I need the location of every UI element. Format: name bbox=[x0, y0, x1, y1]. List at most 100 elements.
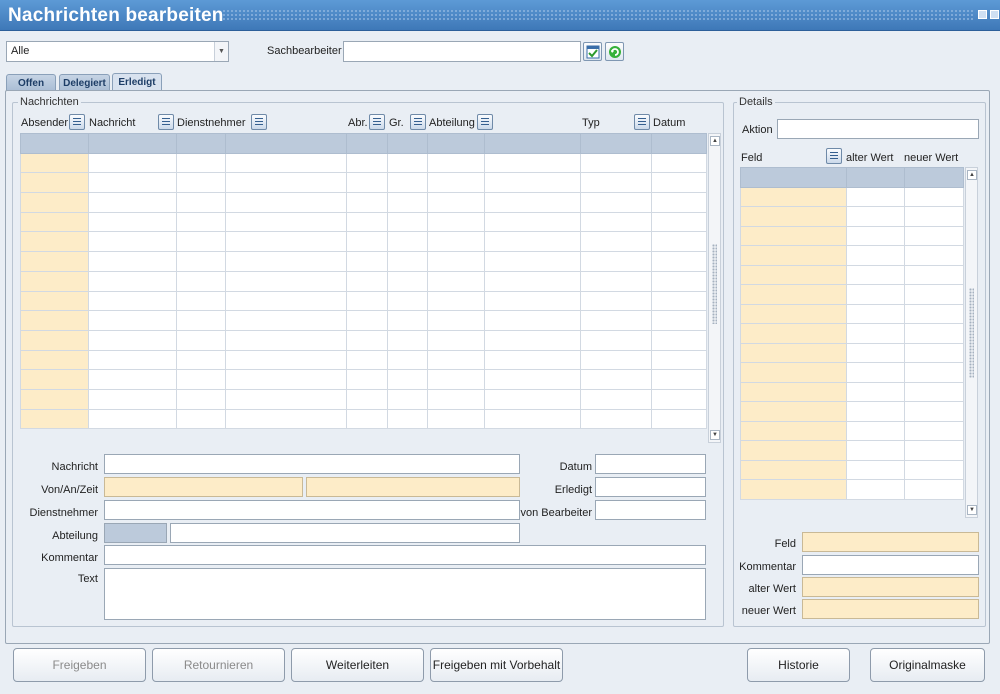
table-cell[interactable] bbox=[20, 408, 89, 430]
abteilung-code-field[interactable] bbox=[104, 523, 167, 543]
table-cell[interactable] bbox=[87, 152, 177, 174]
table-cell[interactable] bbox=[387, 329, 429, 351]
table-cell[interactable] bbox=[484, 310, 582, 331]
column-config-icon[interactable] bbox=[158, 114, 174, 130]
table-cell[interactable] bbox=[740, 362, 847, 383]
tab-delegiert[interactable]: Delegiert bbox=[59, 74, 110, 91]
close-icon[interactable] bbox=[990, 10, 999, 19]
table-cell[interactable] bbox=[20, 329, 89, 351]
table-cell[interactable] bbox=[175, 172, 226, 194]
table-cell[interactable] bbox=[387, 369, 429, 390]
table-cell[interactable] bbox=[484, 408, 582, 430]
table-cell[interactable] bbox=[484, 192, 582, 213]
table-cell[interactable] bbox=[580, 369, 653, 390]
table-cell[interactable] bbox=[427, 349, 486, 371]
table-cell[interactable] bbox=[20, 133, 89, 154]
an-zeit-field[interactable] bbox=[306, 477, 520, 497]
table-cell[interactable] bbox=[387, 172, 429, 194]
table-cell[interactable] bbox=[580, 172, 653, 194]
table-cell[interactable] bbox=[651, 290, 707, 312]
table-cell[interactable] bbox=[224, 211, 348, 233]
table-cell[interactable] bbox=[387, 388, 429, 410]
table-cell[interactable] bbox=[346, 251, 389, 272]
freigeben-button[interactable]: Freigeben bbox=[13, 648, 146, 682]
table-cell[interactable] bbox=[175, 388, 226, 410]
col-abr[interactable]: Abr. bbox=[348, 117, 368, 129]
table-cell[interactable] bbox=[651, 270, 707, 292]
table-cell[interactable] bbox=[427, 388, 486, 410]
table-cell[interactable] bbox=[484, 172, 582, 194]
table-cell[interactable] bbox=[87, 369, 177, 390]
table-row[interactable] bbox=[740, 323, 964, 344]
kommentar-field[interactable] bbox=[104, 545, 706, 565]
table-cell[interactable] bbox=[346, 133, 389, 154]
table-cell[interactable] bbox=[580, 152, 653, 174]
table-cell[interactable] bbox=[346, 349, 389, 371]
column-config-icon[interactable] bbox=[410, 114, 426, 130]
table-cell[interactable] bbox=[484, 329, 582, 351]
table-cell[interactable] bbox=[20, 251, 89, 272]
table-cell[interactable] bbox=[740, 440, 847, 461]
table-cell[interactable] bbox=[484, 388, 582, 410]
table-cell[interactable] bbox=[651, 192, 707, 213]
table-cell[interactable] bbox=[580, 290, 653, 312]
table-cell[interactable] bbox=[845, 225, 906, 246]
table-cell[interactable] bbox=[346, 211, 389, 233]
scroll-grip[interactable] bbox=[969, 288, 974, 378]
table-cell[interactable] bbox=[175, 310, 226, 331]
table-cell[interactable] bbox=[175, 133, 226, 154]
table-cell[interactable] bbox=[904, 284, 964, 305]
table-cell[interactable] bbox=[580, 133, 653, 154]
table-cell[interactable] bbox=[904, 440, 964, 461]
col-alter-wert[interactable]: alter Wert bbox=[846, 152, 893, 164]
table-row[interactable] bbox=[740, 342, 964, 363]
table-row[interactable] bbox=[20, 270, 707, 292]
table-cell[interactable] bbox=[346, 231, 389, 253]
table-cell[interactable] bbox=[580, 329, 653, 351]
table-cell[interactable] bbox=[346, 290, 389, 312]
table-row[interactable] bbox=[20, 388, 707, 410]
table-cell[interactable] bbox=[845, 401, 906, 422]
table-cell[interactable] bbox=[224, 349, 348, 371]
table-cell[interactable] bbox=[87, 329, 177, 351]
table-row[interactable] bbox=[20, 290, 707, 312]
table-cell[interactable] bbox=[346, 388, 389, 410]
table-row[interactable] bbox=[20, 192, 707, 213]
table-cell[interactable] bbox=[651, 408, 707, 430]
table-cell[interactable] bbox=[224, 290, 348, 312]
table-cell[interactable] bbox=[427, 133, 486, 154]
table-cell[interactable] bbox=[387, 192, 429, 213]
column-config-icon[interactable] bbox=[251, 114, 267, 130]
table-cell[interactable] bbox=[740, 342, 847, 363]
table-cell[interactable] bbox=[845, 479, 906, 500]
table-cell[interactable] bbox=[651, 211, 707, 233]
table-cell[interactable] bbox=[740, 459, 847, 480]
table-cell[interactable] bbox=[175, 231, 226, 253]
col-absender[interactable]: Absender bbox=[21, 117, 68, 129]
table-cell[interactable] bbox=[427, 152, 486, 174]
abteilung-name-field[interactable] bbox=[170, 523, 520, 543]
table-cell[interactable] bbox=[845, 440, 906, 461]
nachrichten-table[interactable] bbox=[20, 133, 707, 430]
table-cell[interactable] bbox=[346, 152, 389, 174]
table-cell[interactable] bbox=[904, 206, 964, 227]
table-cell[interactable] bbox=[175, 251, 226, 272]
table-cell[interactable] bbox=[175, 369, 226, 390]
table-cell[interactable] bbox=[580, 349, 653, 371]
table-cell[interactable] bbox=[387, 231, 429, 253]
col-abteilung[interactable]: Abteilung bbox=[429, 117, 475, 129]
table-cell[interactable] bbox=[845, 186, 906, 207]
table-cell[interactable] bbox=[87, 192, 177, 213]
table-row[interactable] bbox=[20, 152, 707, 174]
table-cell[interactable] bbox=[224, 270, 348, 292]
table-cell[interactable] bbox=[387, 408, 429, 430]
column-config-icon[interactable] bbox=[69, 114, 85, 130]
tab-offen[interactable]: Offen bbox=[6, 74, 56, 91]
table-cell[interactable] bbox=[845, 459, 906, 480]
table-row[interactable] bbox=[20, 231, 707, 253]
table-cell[interactable] bbox=[224, 408, 348, 430]
table-cell[interactable] bbox=[346, 172, 389, 194]
details-alter-wert-field[interactable] bbox=[802, 577, 979, 597]
table-cell[interactable] bbox=[87, 388, 177, 410]
table-cell[interactable] bbox=[904, 245, 964, 266]
